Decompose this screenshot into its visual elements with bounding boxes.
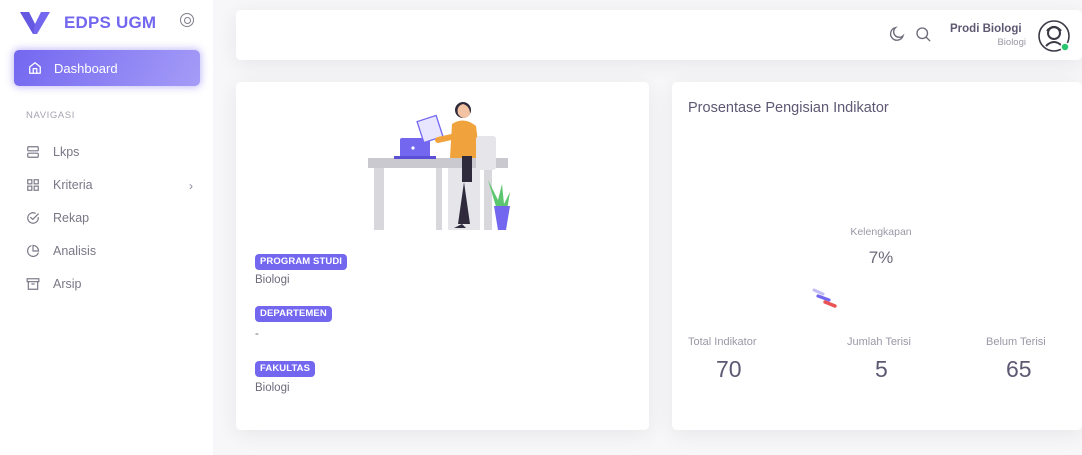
brand[interactable]: EDPS UGM [20, 8, 156, 38]
sidebar-item-label: Rekap [53, 211, 90, 225]
sidebar-item-lkps[interactable]: Lkps [26, 142, 201, 162]
chevron-right-icon: › [189, 179, 193, 193]
program-studi-badge: PROGRAM STUDI [255, 254, 348, 270]
card-title: Prosentase Pengisian Indikator [688, 100, 889, 116]
fakultas-value: Biologi [255, 382, 290, 394]
completeness-value: 7% [868, 248, 894, 267]
sidebar-item-label: Arsip [53, 277, 82, 291]
sidebar-collapse-toggle-icon[interactable] [180, 13, 194, 27]
archive-icon [26, 278, 40, 290]
search-icon[interactable] [914, 25, 932, 43]
sidebar-item-label: Lkps [53, 145, 80, 159]
sidebar-item-rekap[interactable]: Rekap [26, 208, 201, 228]
completeness-gauge [812, 288, 837, 308]
departemen-badge: DEPARTEMEN [255, 306, 332, 322]
program-info-card: PROGRAM STUDI Biologi DEPARTEMEN - FAKUL… [236, 82, 649, 430]
belum-terisi-value: 65 [1006, 356, 1032, 382]
completeness-label: Kelengkapan [850, 226, 912, 238]
fakultas-badge: FAKULTAS [255, 361, 316, 377]
program-studi-value: Biologi [255, 274, 290, 286]
sidebar-item-label: Kriteria [53, 178, 93, 192]
nav-section-header: NAVIGASI [26, 110, 75, 121]
brand-name: EDPS UGM [64, 13, 157, 32]
top-navbar: Prodi Biologi Biologi [236, 10, 1082, 60]
desk-illustration [368, 102, 510, 230]
home-icon [29, 62, 41, 74]
moon-icon[interactable] [888, 25, 906, 43]
check-circle-icon [27, 212, 39, 224]
brand-logo-icon [20, 12, 50, 34]
sidebar-item-dashboard[interactable]: Dashboard [14, 50, 200, 86]
sidebar-item-label: Analisis [53, 244, 97, 258]
jumlah-terisi-value: 5 [875, 356, 888, 382]
pie-chart-icon [27, 244, 40, 257]
avatar[interactable] [1038, 20, 1070, 52]
user-role: Biologi [997, 37, 1026, 48]
sidebar-item-arsip[interactable]: Arsip [26, 274, 201, 294]
indicator-progress-card: Prosentase Pengisian Indikator Kelengkap… [672, 82, 1082, 430]
belum-terisi-label: Belum Terisi [986, 336, 1046, 348]
sidebar: EDPS UGM Dashboard NAVIGASI Lkps Kriteri… [0, 0, 213, 455]
total-indikator-value: 70 [716, 356, 742, 382]
departemen-value: - [255, 328, 259, 340]
sidebar-item-label: Dashboard [54, 60, 118, 76]
jumlah-terisi-label: Jumlah Terisi [847, 336, 911, 348]
server-icon [27, 146, 39, 158]
grid-icon [27, 179, 39, 191]
total-indikator-label: Total Indikator [688, 336, 757, 348]
user-name[interactable]: Prodi Biologi [950, 23, 1022, 35]
sidebar-item-kriteria[interactable]: Kriteria › [26, 175, 201, 195]
sidebar-item-analisis[interactable]: Analisis [26, 241, 201, 261]
